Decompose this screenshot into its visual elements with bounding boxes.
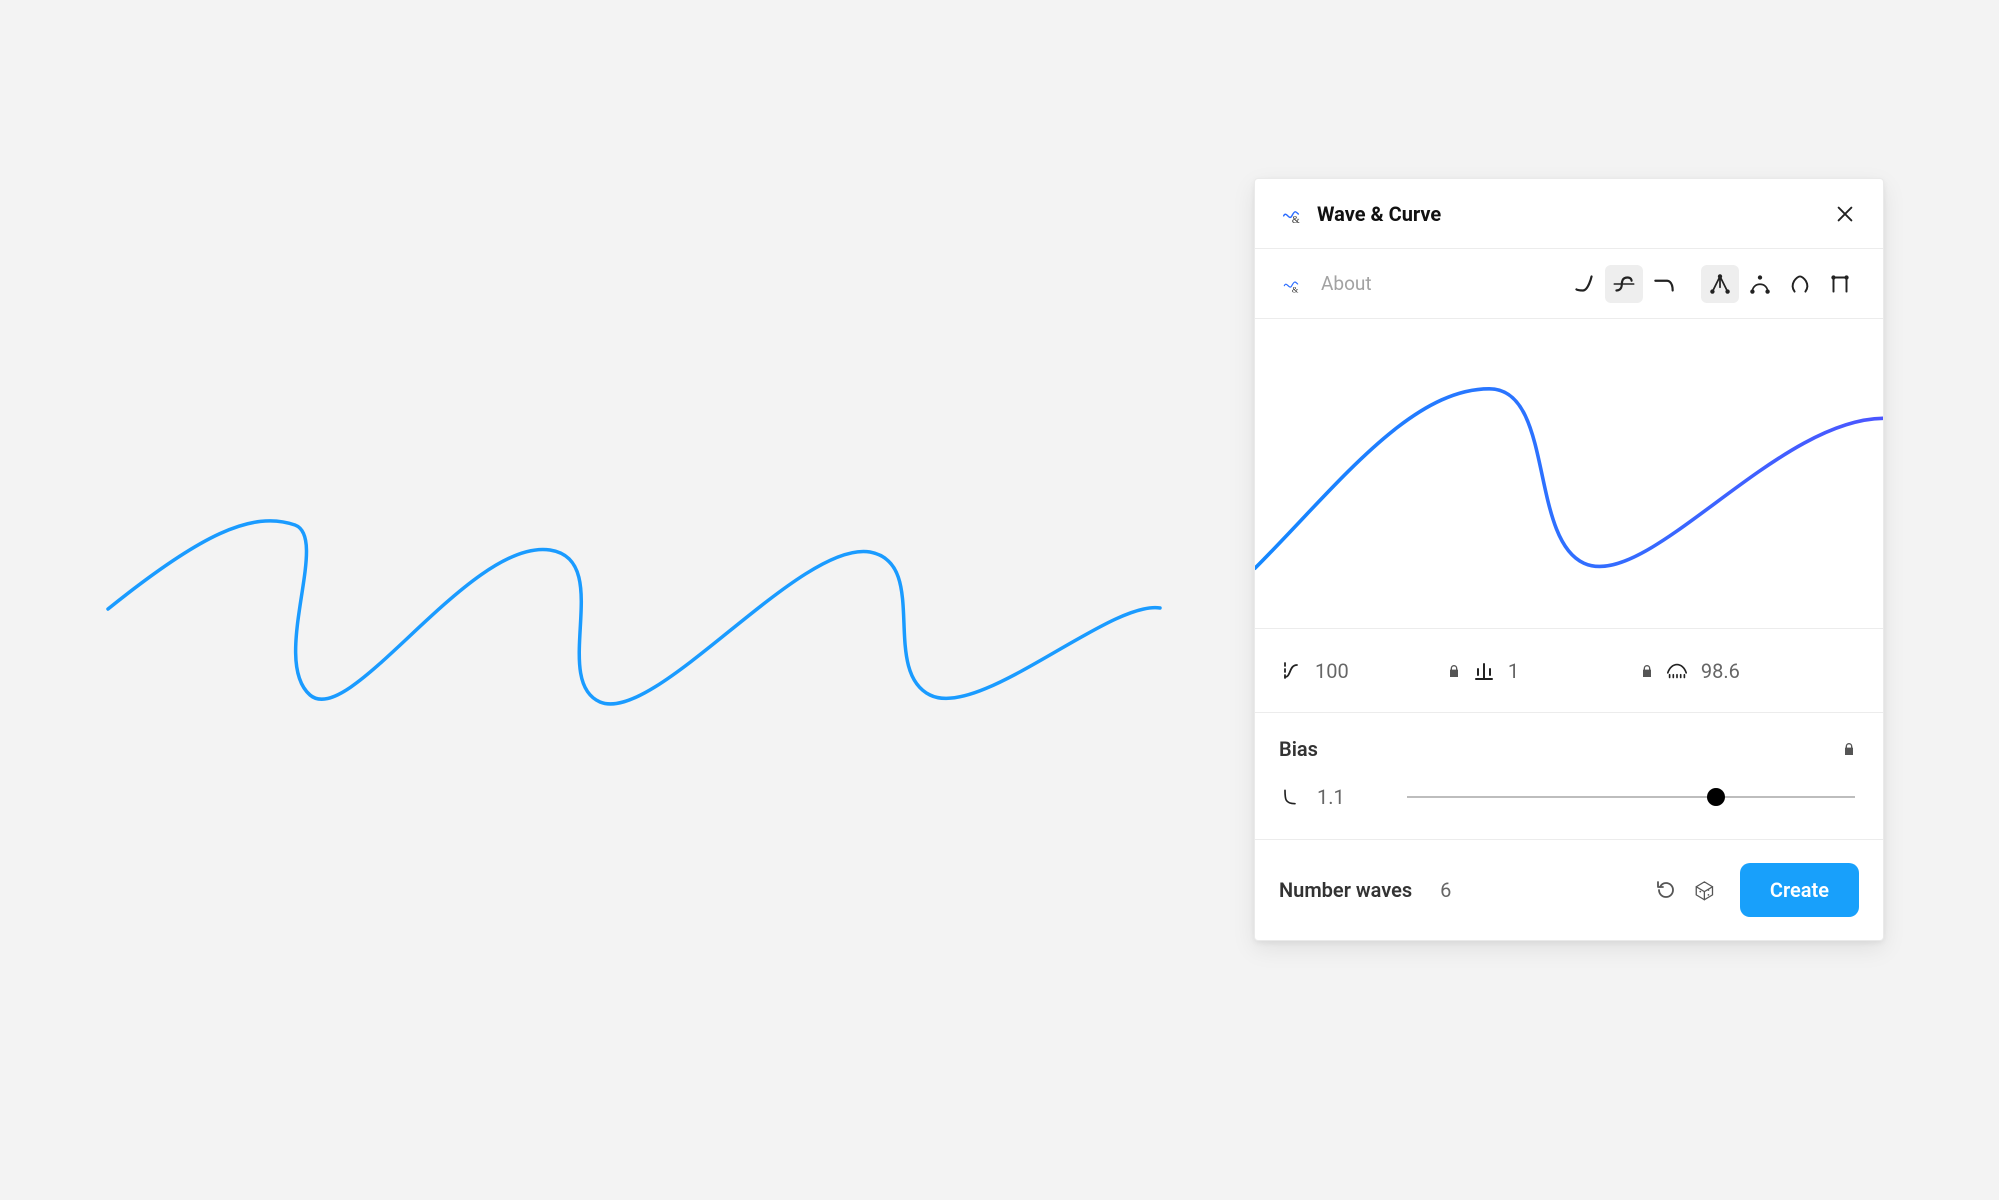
curve-style-flat[interactable] [1645,265,1683,303]
count-value: 1 [1508,659,1558,683]
end-style-triangle[interactable] [1701,265,1739,303]
curve-style-group [1565,265,1683,303]
end-style-square[interactable] [1821,265,1859,303]
end-style-loop[interactable] [1781,265,1819,303]
randomize-button[interactable] [1686,870,1726,910]
plugin-icon-small: & [1279,272,1303,296]
curve-style-smooth[interactable] [1565,265,1603,303]
width-icon [1665,659,1689,683]
plugin-icon: & [1279,202,1303,226]
create-button-label: Create [1770,878,1829,902]
svg-text:&: & [1292,285,1299,294]
amplitude-icon [1279,659,1303,683]
bias-slider-thumb[interactable] [1707,788,1725,806]
wave-preview [1255,319,1883,629]
bottom-row: Number waves 6 Create [1255,840,1883,940]
end-style-arc[interactable] [1741,265,1779,303]
param-count[interactable]: 1 [1472,659,1657,683]
panel-toolbar: & About [1255,249,1883,319]
count-icon [1472,659,1496,683]
bias-value: 1.1 [1317,785,1357,809]
amplitude-value: 100 [1315,659,1365,683]
amplitude-lock-icon[interactable] [1444,661,1464,681]
end-style-group [1701,265,1859,303]
close-button[interactable] [1831,200,1859,228]
params-row: 100 1 98.6 [1255,629,1883,713]
param-width[interactable]: 98.6 [1665,659,1859,683]
svg-text:&: & [1292,215,1300,225]
width-value: 98.6 [1701,659,1751,683]
create-button[interactable]: Create [1740,863,1859,917]
panel-title: Wave & Curve [1317,202,1441,226]
number-waves-value[interactable]: 6 [1440,878,1451,902]
bias-label: Bias [1279,737,1318,761]
number-waves-label: Number waves [1279,878,1412,902]
wave-and-curve-panel: & Wave & Curve & About [1254,178,1884,941]
panel-titlebar: & Wave & Curve [1255,179,1883,249]
bias-slider[interactable] [1403,796,1859,798]
bias-curve-icon [1279,786,1301,808]
curve-style-s[interactable] [1605,265,1643,303]
param-amplitude[interactable]: 100 [1279,659,1464,683]
about-link[interactable]: About [1321,272,1372,295]
bias-section: Bias 1.1 [1255,713,1883,840]
reset-button[interactable] [1646,870,1686,910]
bias-lock-icon[interactable] [1839,739,1859,759]
count-lock-icon[interactable] [1637,661,1657,681]
